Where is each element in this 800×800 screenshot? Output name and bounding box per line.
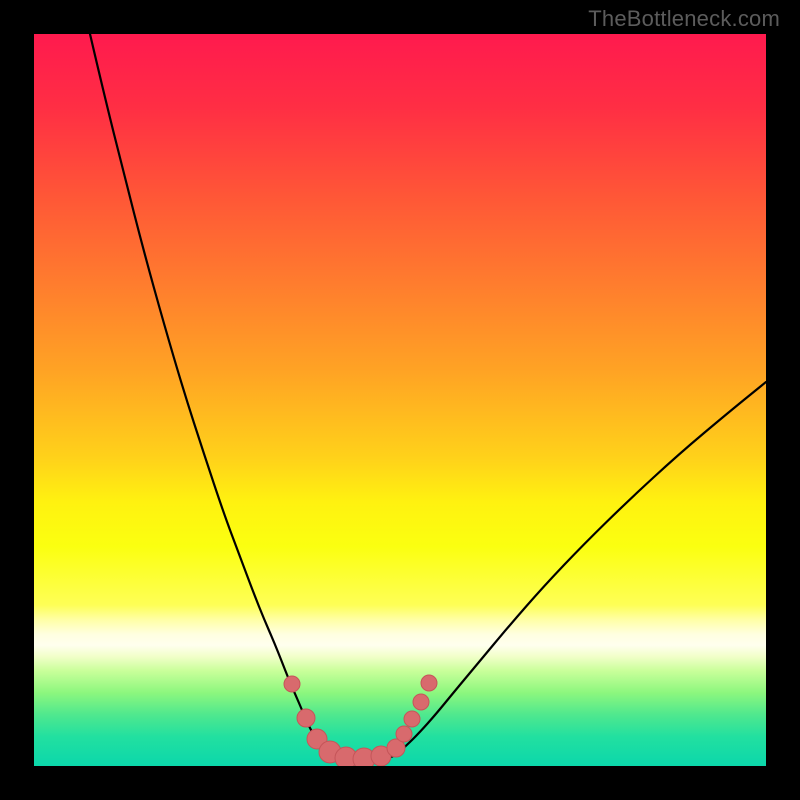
curve-marker: [297, 709, 315, 727]
curve-path: [90, 34, 766, 763]
watermark-text: TheBottleneck.com: [588, 6, 780, 32]
bottleneck-curve: [34, 34, 766, 766]
chart-frame: [34, 34, 766, 766]
curve-marker: [421, 675, 437, 691]
curve-marker: [413, 694, 429, 710]
curve-markers: [284, 675, 437, 766]
curve-marker: [404, 711, 420, 727]
curve-marker: [284, 676, 300, 692]
curve-marker: [396, 726, 412, 742]
